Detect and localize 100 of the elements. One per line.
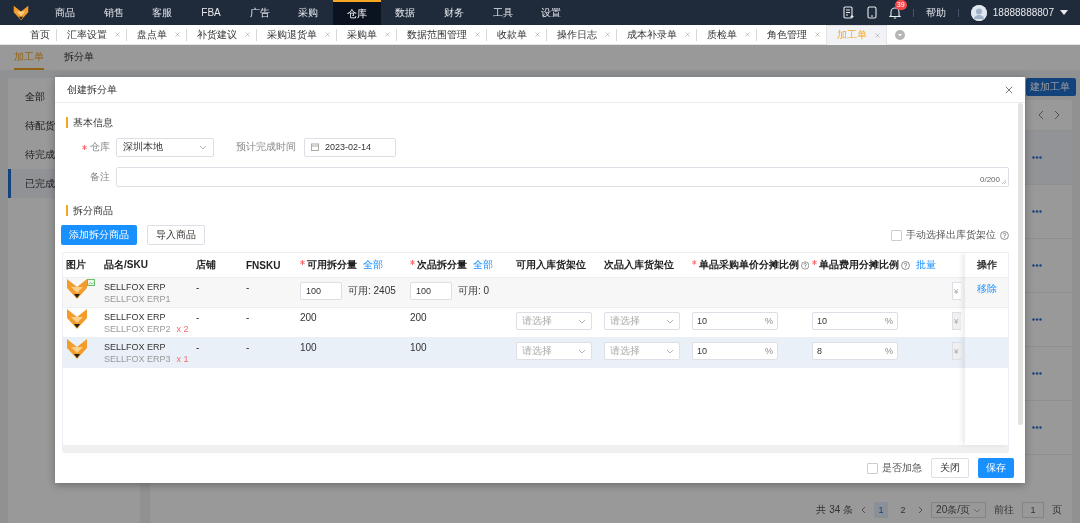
product-name: SELLFOX ERP	[104, 342, 167, 352]
column-header: 品名/SKU	[104, 258, 148, 272]
close-icon[interactable]	[115, 32, 120, 37]
create-button[interactable]: 建加工单	[1026, 78, 1076, 96]
page-tab[interactable]: 收款单	[497, 27, 527, 42]
chevron-right-icon[interactable]	[1054, 110, 1060, 120]
nav-item[interactable]: 采购	[283, 0, 333, 25]
column-header: 可用入库货架位	[516, 258, 586, 272]
field-label: 预计完成时间	[236, 141, 296, 152]
product-sku: SELLFOX ERP1	[104, 294, 171, 304]
document-icon[interactable]	[842, 6, 855, 19]
close-icon[interactable]	[175, 32, 180, 37]
page-tab[interactable]: 汇率设置	[67, 27, 107, 42]
phone-icon[interactable]	[866, 6, 877, 19]
page-size-select[interactable]: 20条/页	[931, 502, 986, 518]
chevron-right-icon[interactable]	[918, 506, 924, 514]
ratio-input[interactable]: 10 %	[812, 312, 898, 330]
close-icon[interactable]	[535, 32, 540, 37]
close-button[interactable]: 关闭	[931, 458, 969, 478]
page-tab[interactable]: 采购单	[347, 27, 377, 42]
import-button[interactable]: 导入商品	[147, 225, 205, 245]
remark-field[interactable]: 0/200	[116, 167, 1009, 187]
nav-item[interactable]: 数据	[381, 0, 430, 25]
chevron-down-icon	[578, 348, 586, 354]
page-tab[interactable]: 操作日志	[557, 27, 597, 42]
chevron-left-icon[interactable]	[1038, 110, 1044, 120]
more-icon[interactable]	[1032, 156, 1042, 159]
more-icon[interactable]	[1032, 372, 1042, 375]
close-icon[interactable]	[685, 32, 690, 37]
warehouse-select[interactable]: 深圳本地	[116, 137, 214, 157]
close-icon[interactable]	[875, 32, 880, 38]
resize-handle-icon[interactable]	[1001, 179, 1006, 184]
nav-item[interactable]: 财务	[429, 0, 479, 25]
section-title: 拆分商品	[66, 205, 113, 216]
chevron-left-icon[interactable]	[861, 506, 867, 514]
sub-tab[interactable]: 拆分单	[64, 45, 94, 70]
bell-icon[interactable]	[888, 6, 901, 19]
product-sku: SELLFOX ERP2	[104, 324, 171, 334]
ratio-input[interactable]: 10 %	[692, 342, 778, 360]
page-tab[interactable]: 数据范围管理	[407, 27, 467, 42]
avatar-icon[interactable]	[970, 4, 987, 21]
close-icon[interactable]	[325, 32, 330, 37]
image-icon[interactable]	[87, 279, 95, 286]
section-title: 基本信息	[66, 117, 113, 128]
more-icon[interactable]	[1032, 426, 1042, 429]
checkbox[interactable]	[867, 462, 878, 474]
chevron-down-icon	[973, 507, 981, 513]
checkbox[interactable]	[891, 229, 902, 241]
goto-input[interactable]: 1	[1022, 502, 1044, 518]
chevron-circle-icon[interactable]	[895, 29, 905, 40]
ratio-input[interactable]: 8 %	[812, 342, 898, 360]
page-tab[interactable]: 质检单	[707, 27, 737, 42]
column-header: 操作	[976, 258, 997, 272]
column-header: 可用拆分量	[307, 258, 357, 272]
date-field[interactable]: 2023-02-14	[304, 137, 396, 157]
help-link[interactable]: 帮助	[925, 5, 946, 20]
quantity-multiplier: x 2	[176, 324, 189, 334]
close-icon[interactable]	[745, 32, 750, 37]
more-icon[interactable]	[1032, 264, 1042, 267]
nav-item[interactable]: FBA	[186, 0, 236, 25]
more-icon[interactable]	[1032, 210, 1042, 213]
help-icon[interactable]	[901, 260, 910, 270]
ratio-input[interactable]: 10 %	[692, 312, 778, 330]
username[interactable]: 18888888807	[992, 7, 1054, 18]
column-header: 店铺	[196, 258, 216, 272]
nav-item[interactable]: 设置	[526, 0, 576, 25]
scrollbar[interactable]	[1018, 103, 1023, 425]
table-cell: -	[196, 342, 200, 353]
product-name: SELLFOX ERP	[104, 312, 167, 322]
total-count: 共 34 条	[816, 503, 854, 517]
page-tab[interactable]: 角色管理	[767, 27, 807, 42]
page-tab[interactable]: 补货建议	[197, 27, 237, 42]
quantity-input[interactable]: 100	[300, 282, 342, 300]
table-cell: -	[196, 282, 200, 293]
help-icon[interactable]	[1000, 230, 1009, 240]
quantity-input[interactable]: 100	[410, 282, 452, 300]
nav-item[interactable]: 销售	[89, 0, 139, 25]
page-tab[interactable]: 采购退货单	[267, 27, 317, 42]
close-icon[interactable]	[1005, 85, 1013, 94]
column-header: 单品采购单价分摊比例	[698, 258, 799, 272]
caret-icon[interactable]	[1060, 10, 1068, 15]
page-button[interactable]: 2	[896, 502, 911, 518]
help-icon[interactable]	[800, 260, 809, 270]
nav-item[interactable]: 客服	[138, 0, 187, 25]
nav-item[interactable]: 仓库	[332, 0, 382, 25]
close-icon[interactable]	[245, 32, 250, 37]
checkbox-label: 是否加急	[882, 461, 922, 475]
page-tab[interactable]: 首页	[30, 27, 50, 42]
character-counter: 0/200	[979, 175, 1000, 184]
nav-item[interactable]: 工具	[478, 0, 527, 25]
page-tab[interactable]: 盘点单	[137, 27, 167, 42]
close-icon[interactable]	[475, 32, 480, 37]
column-header: 图片	[66, 258, 86, 272]
more-icon[interactable]	[1032, 318, 1042, 321]
close-icon[interactable]	[815, 32, 820, 37]
close-icon[interactable]	[385, 32, 390, 37]
nav-item[interactable]: 广告	[235, 0, 284, 25]
close-icon[interactable]	[605, 32, 610, 37]
nav-item[interactable]: 商品	[41, 0, 90, 25]
page-tab[interactable]: 成本补录单	[627, 27, 677, 42]
